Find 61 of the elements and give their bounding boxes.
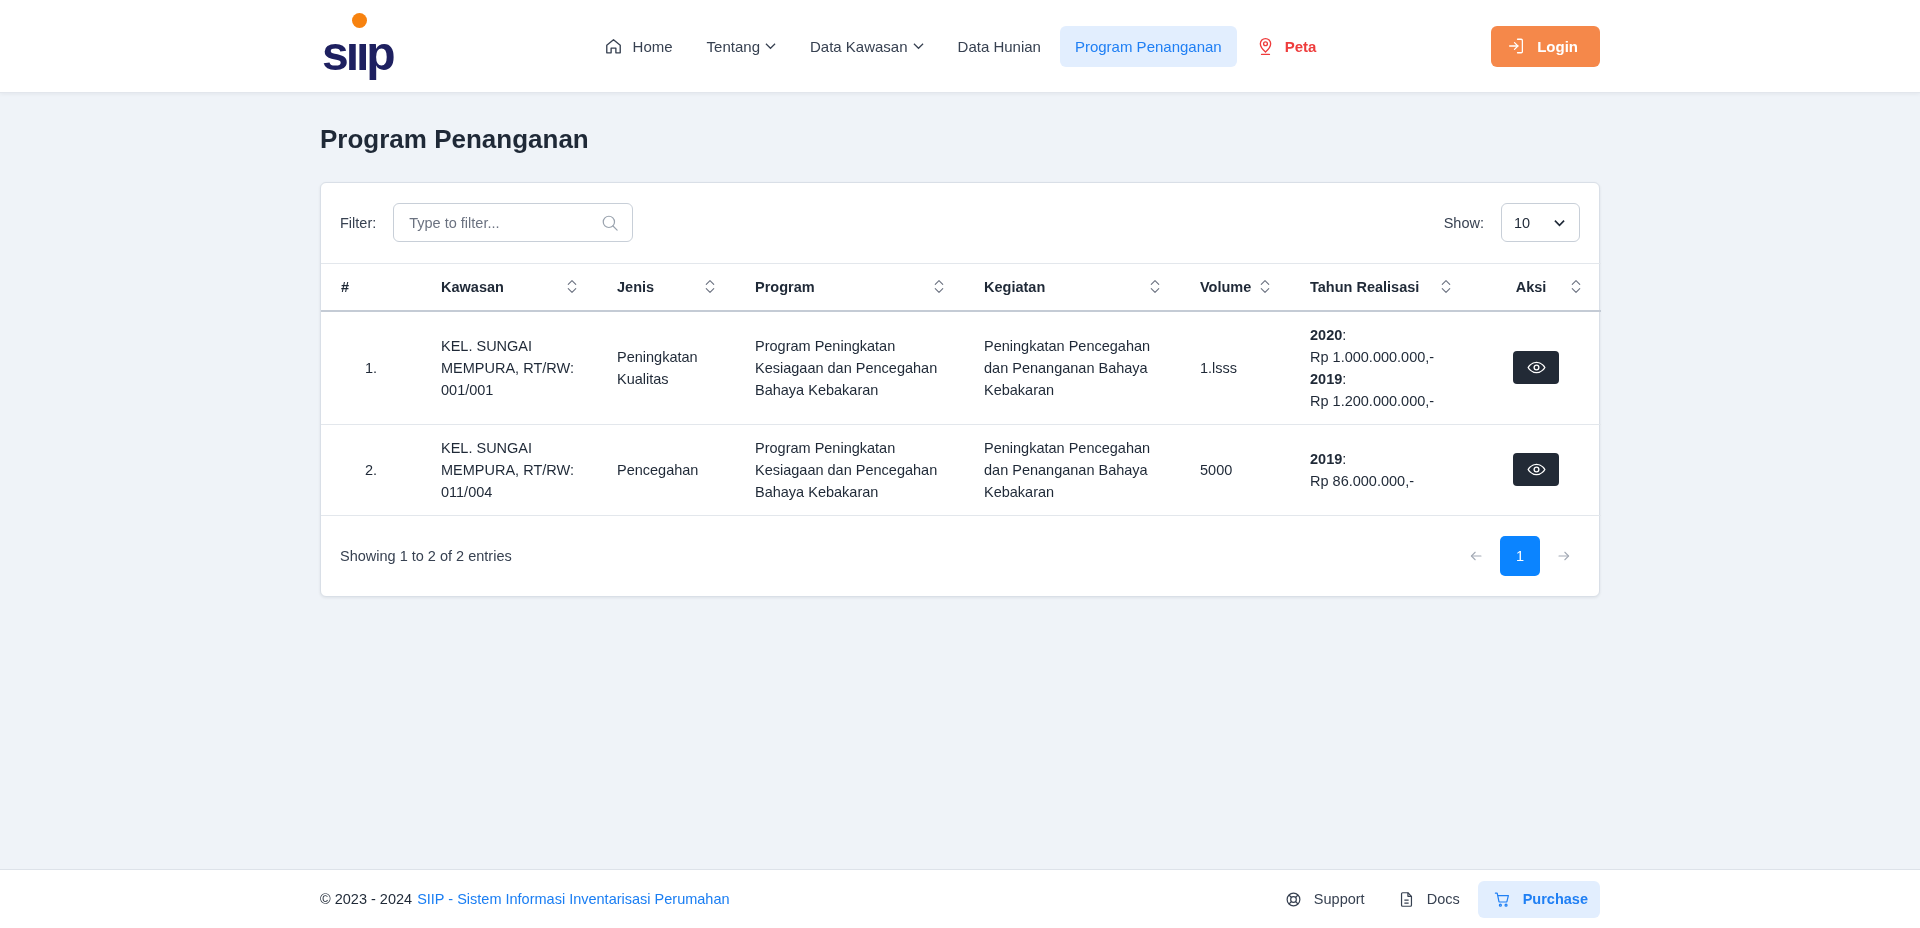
table-cell: Pencegahan <box>597 424 735 515</box>
sort-icon <box>1150 279 1160 295</box>
table-cell: 2. <box>321 424 421 515</box>
view-button[interactable] <box>1513 453 1559 486</box>
table-cell: Peningkatan Kualitas <box>597 310 735 424</box>
view-button[interactable] <box>1513 351 1559 384</box>
logo-dot-icon <box>352 12 367 28</box>
table-cell: 2020: Rp 1.000.000.000,- 2019: Rp 1.200.000.000,- <box>1290 310 1471 424</box>
sortable-column-header[interactable]: Aksi <box>1471 263 1601 311</box>
sort-icon <box>1260 279 1270 295</box>
table-cell: 5000 <box>1180 424 1290 515</box>
sort-icon <box>567 279 577 295</box>
table-cell: 2019: Rp 86.000.000,- <box>1290 424 1471 515</box>
site-link[interactable]: SIIP - Sistem Informasi Inventarisasi Perumahan <box>417 891 730 907</box>
sortable-column-header[interactable]: Program <box>735 263 964 311</box>
home-icon <box>603 36 623 56</box>
table-cell: KEL. SUNGAI MEMPURA, RT/RW: 001/001 <box>421 310 597 424</box>
table-cell: Peningkatan Pencegahan dan Penanganan Bahaya Kebakaran <box>964 424 1180 515</box>
sortable-column-header[interactable]: Volume <box>1180 263 1290 311</box>
sortable-column-header[interactable]: Tahun Realisasi <box>1290 263 1471 311</box>
search-icon <box>601 213 620 232</box>
map-link[interactable]: Peta <box>1240 25 1332 67</box>
page-button[interactable]: 1 <box>1500 535 1540 576</box>
nav-dropdown[interactable]: Data Kawasan <box>795 25 939 67</box>
table-cell: 1. <box>321 310 421 424</box>
copyright-text: © 2023 - 2024 <box>320 891 413 907</box>
support-link[interactable]: Support <box>1269 880 1380 918</box>
cart-icon <box>1493 890 1511 908</box>
column-header: # <box>321 263 421 311</box>
sort-icon <box>1571 279 1581 295</box>
table-cell: Program Peningkatan Kesiagaan dan Pencegahan Bahaya Kebakaran <box>735 424 964 515</box>
caret-icon <box>765 42 776 50</box>
sort-icon <box>705 279 715 295</box>
arrow-right-icon <box>1558 550 1570 561</box>
home-link[interactable]: Home <box>588 25 688 67</box>
caret-icon <box>912 42 924 50</box>
lifebuoy-icon <box>1284 890 1302 908</box>
table-cell: 1.lsss <box>1180 310 1290 424</box>
show-label: Show: <box>1443 214 1484 231</box>
filter-input[interactable]: Type to filter... <box>393 203 634 242</box>
table-cell: KEL. SUNGAI MEMPURA, RT/RW: 011/004 <box>421 424 597 515</box>
eye-icon <box>1526 463 1546 476</box>
nav-dropdown[interactable]: Tentang <box>691 25 791 67</box>
table-cell: Program Peningkatan Kesiagaan dan Pencegahan Bahaya Kebakaran <box>735 310 964 424</box>
sortable-column-header[interactable]: Kegiatan <box>964 263 1180 311</box>
eye-icon <box>1526 361 1546 374</box>
nav-link[interactable]: Data Hunian <box>942 25 1056 67</box>
table-cell: Peningkatan Pencegahan dan Penanganan Bahaya Kebakaran <box>964 310 1180 424</box>
sortable-column-header[interactable]: Kawasan <box>421 263 597 311</box>
sort-icon <box>934 279 944 295</box>
login-icon <box>1507 37 1526 55</box>
page-title: Program Penanganan <box>320 123 590 156</box>
entries-summary: Showing 1 to 2 of 2 entries <box>340 547 512 564</box>
filter-label: Filter: <box>340 214 377 231</box>
chevron-down-icon <box>1554 218 1565 227</box>
docs-link[interactable]: Docs <box>1382 880 1475 918</box>
sort-icon <box>1441 279 1451 295</box>
logo-text[interactable]: sııp <box>322 27 393 80</box>
page-size-select[interactable]: 10 <box>1501 203 1580 242</box>
sortable-column-header[interactable]: Jenis <box>597 263 735 311</box>
arrow-left-icon <box>1470 550 1482 561</box>
